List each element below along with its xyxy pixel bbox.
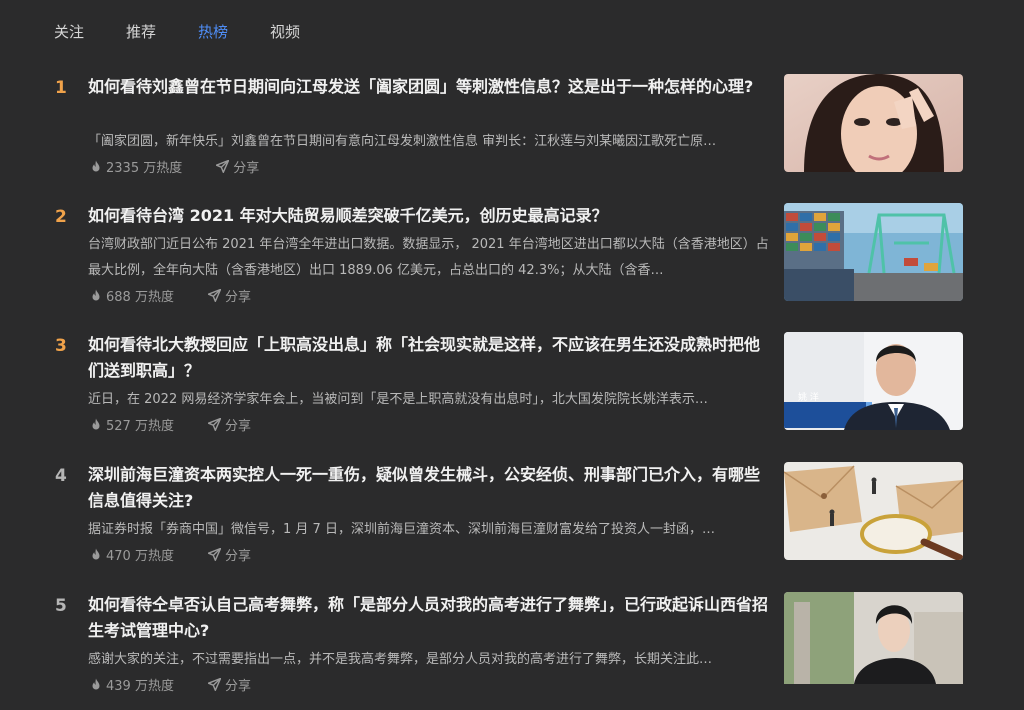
item-meta: 439 万热度 分享 (90, 674, 285, 694)
question-title[interactable]: 深圳前海巨潼资本两实控人一死一重伤，疑似曾发生械斗，公安经侦、刑事部门已介入，有… (88, 462, 772, 514)
heat-indicator: 527 万热度 (90, 415, 174, 434)
question-excerpt: 据证券时报「券商中国」微信号，1 月 7 日，深圳前海巨潼资本、深圳前海巨潼财富… (88, 522, 715, 537)
share-button[interactable]: 分享 (207, 545, 251, 564)
heat-value: 527 万热度 (106, 418, 174, 434)
flame-icon (92, 418, 100, 429)
item-meta: 2335 万热度 分享 (90, 156, 293, 176)
question-excerpt: 台湾财政部门近日公布 2021 年台湾全年进出口数据。数据显示， 2021 年台… (88, 237, 769, 278)
young-man-portrait-photo (784, 592, 963, 684)
share-button[interactable]: 分享 (207, 415, 251, 434)
share-label: 分享 (233, 160, 260, 176)
woman-selfie-photo (784, 74, 963, 172)
question-title[interactable]: 如何看待北大教授回应「上职高没出息」称「社会现实就是这样，不应该在男生还没成熟时… (88, 332, 772, 384)
question-title[interactable]: 如何看待仝卓否认自己高考舞弊，称「是部分人员对我的高考进行了舞弊」，已行政起诉山… (88, 592, 772, 644)
share-arrow-icon (207, 677, 221, 691)
item-thumbnail[interactable] (784, 74, 963, 172)
heat-indicator: 688 万热度 (90, 286, 174, 305)
top-tabs: 关注 推荐 热榜 视频 (54, 22, 342, 42)
share-button[interactable]: 分享 (216, 157, 259, 176)
rank-number: 2 (55, 207, 67, 227)
share-label: 分享 (224, 678, 251, 694)
heat-value: 688 万热度 (106, 289, 174, 305)
heat-value: 470 万热度 (106, 548, 174, 564)
item-meta: 470 万热度 分享 (90, 544, 285, 564)
rank-number: 1 (55, 78, 67, 98)
question-title[interactable]: 如何看待台湾 2021 年对大陆贸易顺差突破千亿美元，创历史最高记录？ (88, 203, 772, 229)
tab-follow[interactable]: 关注 (54, 22, 84, 42)
item-thumbnail[interactable] (784, 592, 963, 684)
item-thumbnail[interactable] (784, 203, 963, 301)
heat-indicator: 470 万热度 (90, 545, 174, 564)
flame-icon (92, 678, 100, 689)
flame-icon (92, 160, 100, 171)
question-excerpt: 近日，在 2022 网易经济学家年会上，当被问到「是不是上职高就没有出息时」，北… (88, 392, 708, 407)
item-meta: 688 万热度 分享 (90, 285, 285, 305)
rank-number: 5 (55, 596, 67, 616)
item-thumbnail[interactable]: 姚 洋 (784, 332, 963, 430)
hot-list-item[interactable]: 1 如何看待刘鑫曾在节日期间向江母发送「阖家团圆」等刺激性信息？这是出于一种怎样… (0, 74, 1024, 192)
magnifier-envelope-photo (784, 462, 963, 560)
thumbnail-caption: 姚 洋 (798, 393, 819, 403)
share-label: 分享 (224, 289, 251, 305)
question-excerpt: 「阖家团圆，新年快乐」刘鑫曾在节日期间有意向江母发刺激性信息 审判长：江秋莲与刘… (88, 134, 717, 149)
flame-icon (92, 548, 100, 559)
share-button[interactable]: 分享 (207, 675, 251, 694)
flame-icon (92, 289, 100, 300)
hot-list-item[interactable]: 5 如何看待仝卓否认自己高考舞弊，称「是部分人员对我的高考进行了舞弊」，已行政起… (0, 592, 1024, 710)
share-label: 分享 (224, 418, 251, 434)
rank-number: 3 (55, 336, 67, 356)
item-thumbnail[interactable] (784, 462, 963, 560)
hot-list-item[interactable]: 2 如何看待台湾 2021 年对大陆贸易顺差突破千亿美元，创历史最高记录？ 台湾… (0, 203, 1024, 321)
heat-indicator: 439 万热度 (90, 675, 174, 694)
tab-recommend[interactable]: 推荐 (126, 22, 156, 42)
question-excerpt: 感谢大家的关注，不过需要指出一点，并不是我高考舞弊，是部分人员对我的高考进行了舞… (88, 652, 713, 667)
rank-number: 4 (55, 466, 67, 486)
question-title[interactable]: 如何看待刘鑫曾在节日期间向江母发送「阖家团圆」等刺激性信息？这是出于一种怎样的心… (88, 74, 772, 100)
share-arrow-icon (207, 288, 221, 302)
item-meta: 527 万热度 分享 (90, 414, 285, 434)
share-arrow-icon (216, 159, 230, 173)
heat-indicator: 2335 万热度 (90, 157, 182, 176)
share-label: 分享 (224, 548, 251, 564)
tab-video[interactable]: 视频 (270, 22, 300, 42)
share-button[interactable]: 分享 (207, 286, 251, 305)
professor-interview-photo (784, 332, 963, 430)
share-arrow-icon (207, 547, 221, 561)
tab-hot-list[interactable]: 热榜 (198, 22, 228, 42)
share-arrow-icon (207, 417, 221, 431)
heat-value: 2335 万热度 (106, 160, 183, 176)
hot-list-item[interactable]: 4 深圳前海巨潼资本两实控人一死一重伤，疑似曾发生械斗，公安经侦、刑事部门已介入… (0, 462, 1024, 580)
heat-value: 439 万热度 (106, 678, 174, 694)
container-port-photo (784, 203, 963, 301)
hot-list-item[interactable]: 3 如何看待北大教授回应「上职高没出息」称「社会现实就是这样，不应该在男生还没成… (0, 332, 1024, 450)
